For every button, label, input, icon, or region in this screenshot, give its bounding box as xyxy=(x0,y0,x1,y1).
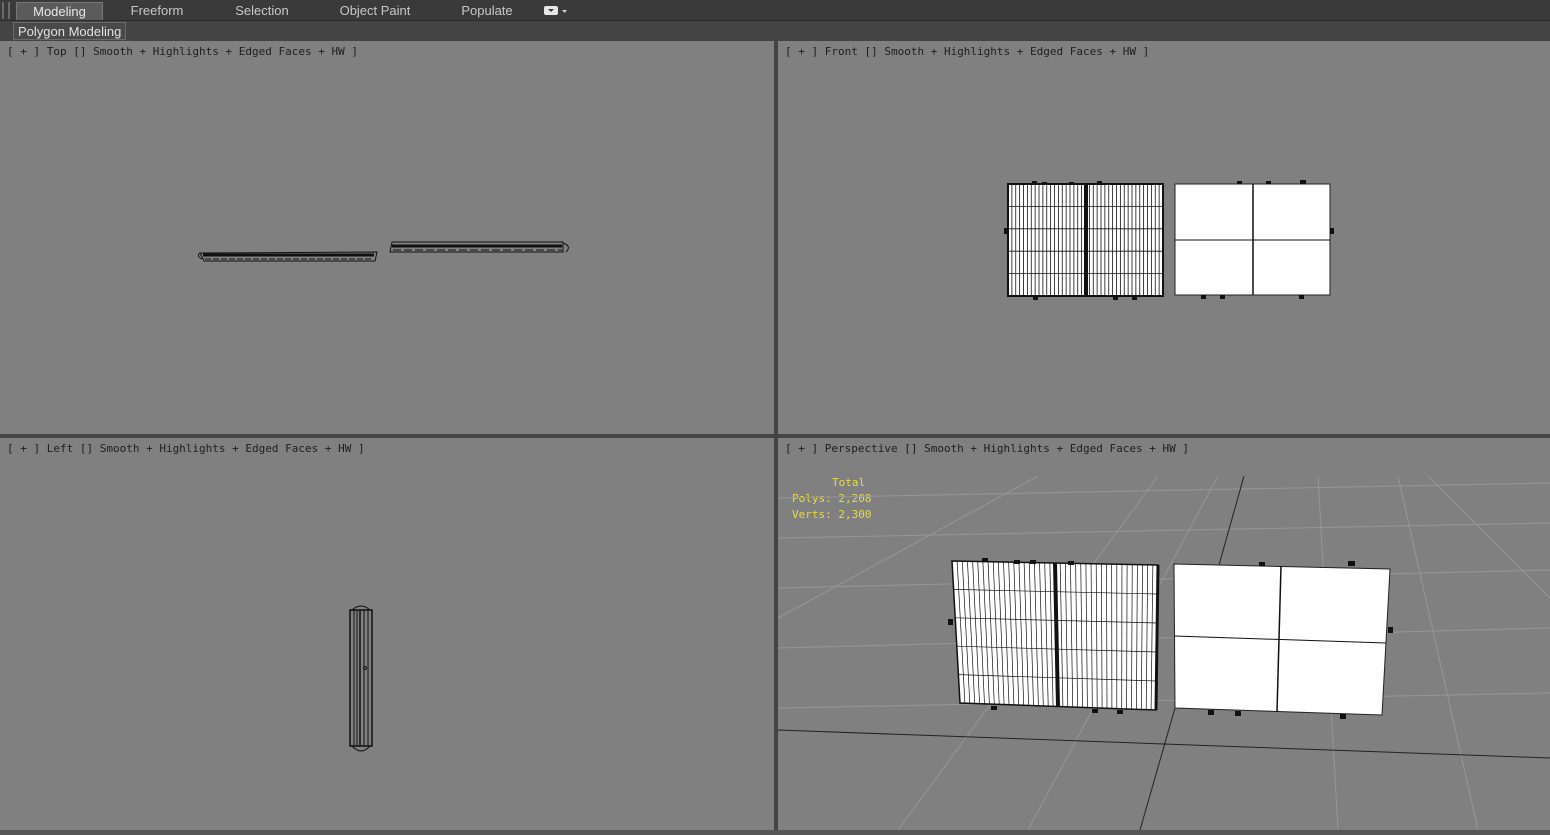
top-view-geometry xyxy=(197,241,569,262)
tab-populate[interactable]: Populate xyxy=(452,2,522,20)
home-grid xyxy=(778,475,1550,830)
viewport-perspective[interactable]: [ + ] Perspective [] Smooth + Highlights… xyxy=(778,438,1550,830)
front-view-geometry xyxy=(1004,180,1334,300)
ribbon-panel-bar: Polygon Modeling xyxy=(0,21,1550,40)
panel-options-icon[interactable] xyxy=(544,5,572,17)
perspective-geometry xyxy=(778,475,1550,830)
left-view-geometry xyxy=(349,605,373,752)
polygon-modeling-panel[interactable]: Polygon Modeling xyxy=(13,22,127,40)
radiator-panel-ribbed xyxy=(1004,181,1164,300)
status-strip xyxy=(0,830,1550,835)
tab-selection[interactable]: Selection xyxy=(222,2,302,20)
tab-freeform[interactable]: Freeform xyxy=(117,2,197,20)
tab-modeling[interactable]: Modeling xyxy=(16,2,103,20)
ribbon-grip-handle[interactable] xyxy=(2,2,10,19)
ribbon-tab-bar: Modeling Freeform Selection Object Paint… xyxy=(0,0,1550,21)
viewport-left[interactable]: [ + ] Left [] Smooth + Highlights + Edge… xyxy=(0,438,774,830)
tab-object-paint[interactable]: Object Paint xyxy=(330,2,420,20)
radiator-panel-ribbed-persp xyxy=(948,558,1160,714)
viewport-top[interactable]: [ + ] Top [] Smooth + Highlights + Edged… xyxy=(0,41,774,434)
radiator-panel-flat xyxy=(1174,180,1334,299)
viewport-front[interactable]: [ + ] Front [] Smooth + Highlights + Edg… xyxy=(778,41,1550,434)
radiator-panel-flat-persp xyxy=(1173,561,1393,719)
